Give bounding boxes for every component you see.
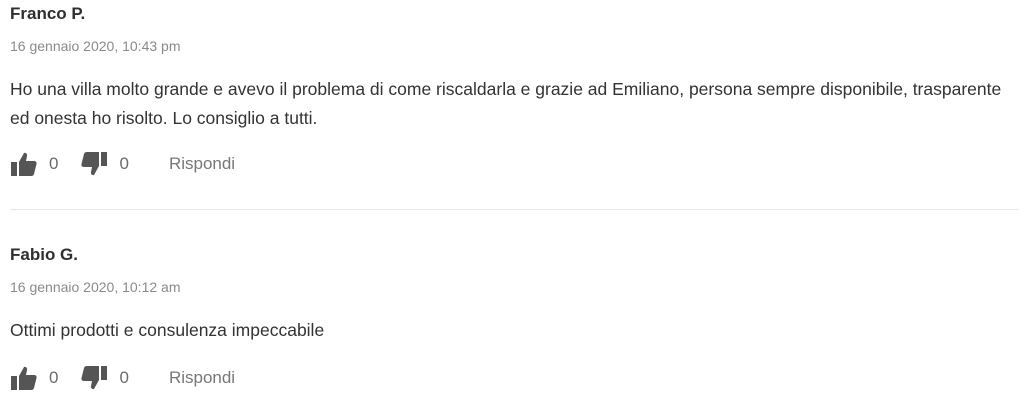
review-text: Ottimi prodotti e consulenza impeccabile bbox=[10, 320, 325, 340]
thumbs-up-icon bbox=[11, 366, 37, 390]
like-button[interactable]: 0 bbox=[10, 150, 58, 178]
like-button[interactable]: 0 bbox=[10, 364, 58, 392]
thumbs-up-icon bbox=[11, 152, 37, 176]
reply-link[interactable]: Rispondi bbox=[169, 154, 235, 174]
dislike-count: 0 bbox=[119, 368, 129, 387]
review-text: Ho una villa molto grande e avevo il pro… bbox=[10, 79, 1002, 128]
like-count: 0 bbox=[49, 368, 59, 387]
review-actions: 0 0 Rispondi bbox=[10, 364, 235, 392]
review-divider bbox=[10, 209, 1018, 210]
thumbs-down-icon bbox=[81, 366, 108, 390]
dislike-button[interactable]: 0 bbox=[80, 364, 129, 392]
review-author: Franco P. bbox=[10, 4, 86, 23]
review-date: 16 gennaio 2020, 10:12 am bbox=[10, 279, 181, 295]
review-author: Fabio G. bbox=[10, 245, 78, 264]
like-count: 0 bbox=[49, 154, 59, 173]
review-date: 16 gennaio 2020, 10:43 pm bbox=[10, 38, 181, 54]
thumbs-down-icon bbox=[81, 152, 108, 176]
dislike-button[interactable]: 0 bbox=[80, 150, 129, 178]
reply-link[interactable]: Rispondi bbox=[169, 368, 235, 388]
review-actions: 0 0 Rispondi bbox=[10, 150, 235, 178]
dislike-count: 0 bbox=[119, 154, 129, 173]
